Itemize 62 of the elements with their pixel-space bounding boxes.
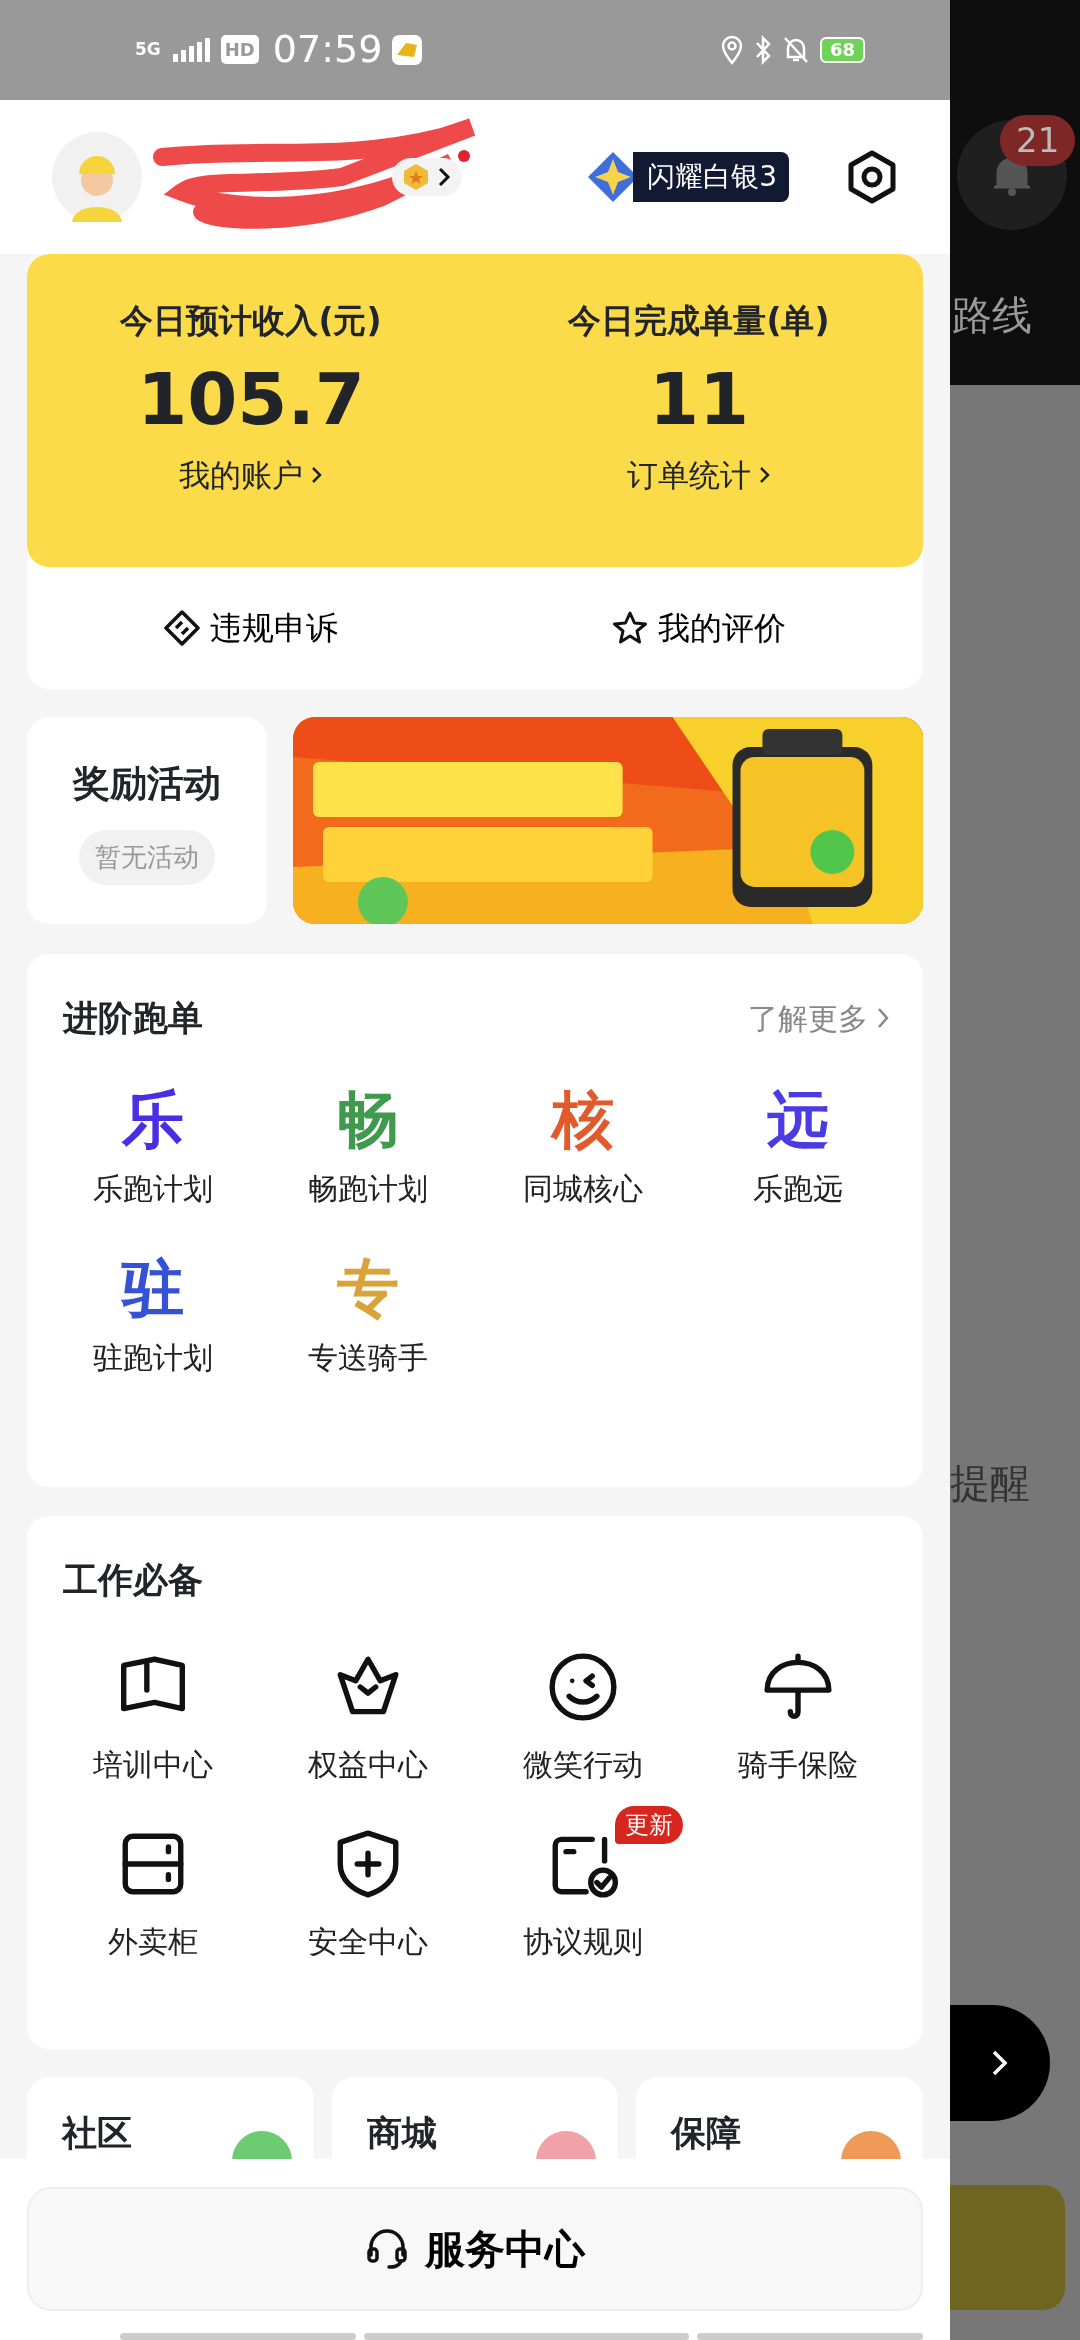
section-title: 工作必备 [62, 1559, 204, 1602]
service-card[interactable]: 商城 [331, 2077, 619, 2159]
program-glyph: 乐 [121, 1085, 184, 1154]
program-item[interactable]: 乐 乐跑计划 [45, 1084, 260, 1212]
diamond-icon [164, 610, 200, 646]
program-glyph: 专 [336, 1254, 399, 1323]
tool-item[interactable]: 微笑行动 [516, 1648, 649, 1788]
tool-item[interactable]: 外卖柜 [101, 1825, 204, 1965]
clock-time: 07:59 [272, 26, 383, 74]
program-glyph: 远 [766, 1085, 829, 1154]
background-label: 路线 [952, 291, 1032, 340]
learn-more-link[interactable]: 了解更多 [748, 995, 890, 1041]
action-button[interactable]: 违规申诉 [27, 567, 475, 689]
rewards-card[interactable]: 奖励活动 暂无活动 [27, 717, 267, 924]
tool-item[interactable]: 培训中心 [86, 1648, 219, 1788]
battery-indicator: 68 [819, 36, 865, 63]
update-badge: 更新 [615, 1805, 683, 1844]
tool-item[interactable]: 权益中心 [301, 1648, 434, 1788]
stat-value: 11 [648, 355, 750, 443]
service-card[interactable]: 保障 [636, 2077, 923, 2159]
stat-value: 105.7 [137, 355, 365, 443]
program-glyph: 驻 [121, 1254, 184, 1323]
tool-item[interactable]: 安全中心 [301, 1825, 434, 1965]
tool-item[interactable]: 骑手保险 [731, 1648, 864, 1788]
headset-icon [365, 2227, 409, 2271]
expand-button[interactable] [950, 2005, 1050, 2121]
program-item[interactable]: 驻 驻跑计划 [45, 1253, 260, 1381]
rank-label: 闪耀白银3 [633, 151, 789, 202]
service-card[interactable]: 社区 [27, 2077, 314, 2159]
program-item[interactable]: 核 同城核心 [475, 1084, 690, 1212]
network-label: 5G [135, 41, 161, 59]
level-button[interactable] [392, 157, 462, 196]
program-item[interactable]: 畅 畅跑计划 [260, 1084, 475, 1212]
rewards-title: 奖励活动 [72, 761, 221, 808]
background-label: 提醒 [950, 1459, 1030, 1508]
medal-icon [403, 162, 429, 191]
chevron-right-icon [437, 165, 451, 188]
notification-count: 21 [1000, 115, 1076, 166]
card-illustration-icon [534, 2129, 599, 2159]
program-glyph: 核 [551, 1085, 614, 1154]
app-notification-icon [392, 34, 423, 65]
chevron-right-icon [990, 2048, 1010, 2078]
card-illustration-icon [839, 2129, 903, 2159]
action-button[interactable]: 我的评价 [475, 567, 923, 689]
section-title: 进阶跑单 [63, 997, 203, 1040]
rewards-status: 暂无活动 [78, 829, 215, 885]
service-center-button[interactable]: 服务中心 [27, 2187, 923, 2311]
hd-label: HD [220, 35, 259, 65]
stat-link[interactable]: 订单统计 [627, 451, 771, 498]
program-glyph: 畅 [336, 1085, 399, 1154]
stat-label: 今日完成单量(单) [568, 300, 830, 342]
chevron-right-icon [311, 464, 323, 485]
bluetooth-icon [753, 34, 772, 65]
program-item[interactable]: 远 乐跑远 [690, 1084, 905, 1212]
stat-label: 今日预计收入(元) [120, 300, 382, 342]
chevron-right-icon [759, 464, 771, 485]
program-item[interactable]: 专 专送骑手 [260, 1253, 475, 1381]
signal-icon [170, 37, 211, 62]
star-icon [612, 610, 648, 646]
location-icon [719, 34, 744, 65]
stat-link[interactable]: 我的账户 [179, 451, 323, 498]
card-illustration-icon [229, 2129, 294, 2159]
